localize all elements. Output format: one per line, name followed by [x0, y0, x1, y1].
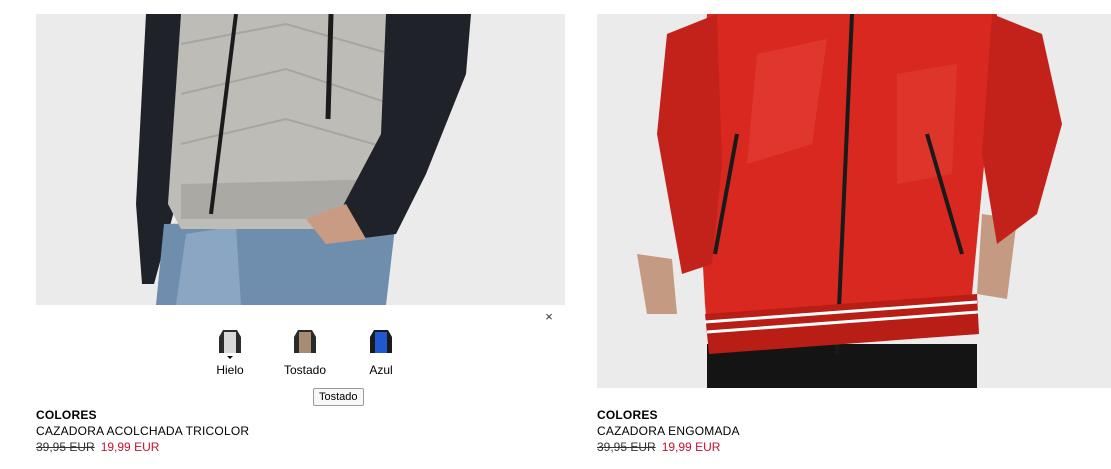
- red-jacket-image: [597, 14, 1111, 388]
- swatch-label-tostado: Tostado: [283, 363, 327, 377]
- close-icon[interactable]: ×: [542, 310, 556, 324]
- original-price: 39,95 EUR: [597, 440, 656, 454]
- swatch-label-hielo: Hielo: [216, 363, 244, 377]
- colors-label: COLORES: [597, 408, 658, 422]
- swatch-label-azul: Azul: [369, 363, 393, 377]
- jacket-thumbnail-icon: [219, 330, 241, 353]
- product-title[interactable]: CAZADORA ACOLCHADA TRICOLOR: [36, 424, 249, 439]
- product-info-tricolor: COLORES CAZADORA ACOLCHADA TRICOLOR 39,9…: [36, 408, 249, 454]
- original-price: 39,95 EUR: [36, 440, 95, 454]
- swatch-tooltip: Tostado: [313, 388, 364, 406]
- sale-price: 19,99 EUR: [661, 440, 721, 454]
- product-info-engomada: COLORES CAZADORA ENGOMADA 39,95 EUR 19,99…: [597, 408, 740, 454]
- jacket-thumbnail-icon: [370, 330, 392, 353]
- product-photo-tricolor[interactable]: [36, 14, 565, 305]
- tricolor-jacket-image: [36, 14, 565, 305]
- sale-price: 19,99 EUR: [100, 440, 160, 454]
- swatch-tostado[interactable]: Tostado: [275, 327, 335, 377]
- price-row: 39,95 EUR 19,99 EUR: [36, 440, 249, 454]
- colors-label: COLORES: [36, 408, 97, 422]
- selected-indicator: [227, 356, 233, 359]
- product-photo-engomada[interactable]: [597, 14, 1111, 388]
- product-title[interactable]: CAZADORA ENGOMADA: [597, 424, 740, 439]
- jacket-thumbnail-icon: [294, 330, 316, 353]
- price-row: 39,95 EUR 19,99 EUR: [597, 440, 740, 454]
- color-swatch-panel: × Hielo Tostado Azul Tostado: [36, 305, 565, 406]
- swatch-azul[interactable]: Azul: [351, 327, 411, 377]
- swatch-hielo[interactable]: Hielo: [200, 327, 260, 377]
